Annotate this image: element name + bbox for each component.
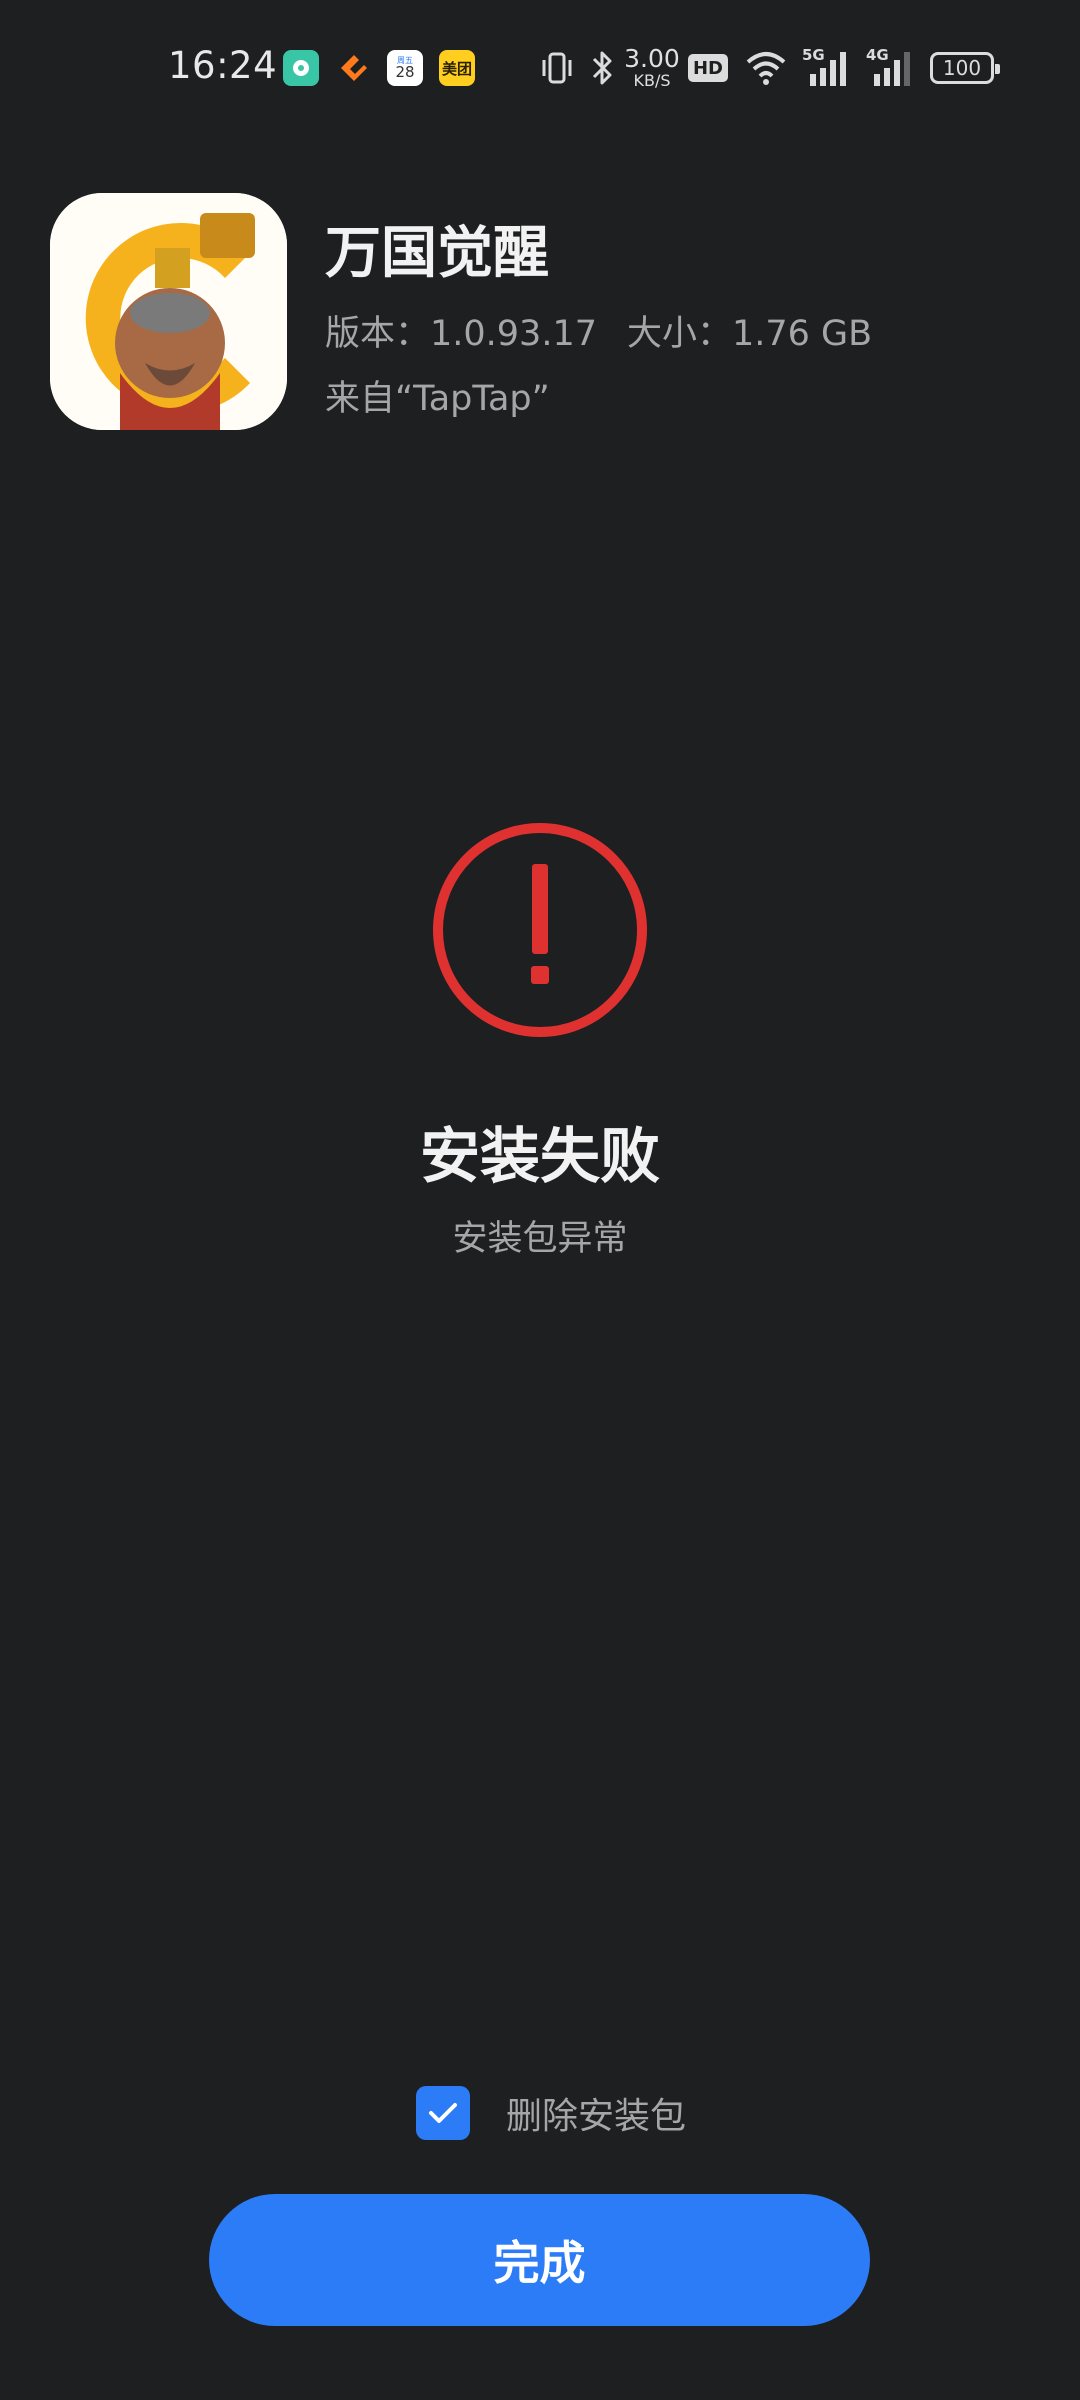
done-button[interactable]: 完成 — [209, 2194, 870, 2326]
error-exclamation-icon — [433, 823, 647, 1037]
notification-heart-icon — [336, 50, 372, 86]
app-source: 来自“TapTap” — [325, 379, 550, 419]
delete-package-checkbox[interactable] — [416, 2086, 470, 2140]
network-speed: 3.00 KB/S — [624, 46, 680, 89]
delete-package-option[interactable]: 删除安装包 — [416, 2085, 686, 2141]
installer-screen: 16:24 周五 28 美团 3.00 KB/S HD 5G 4G 100 万国… — [0, 0, 1080, 2400]
game-icon — [50, 193, 287, 430]
signal-4g-icon — [874, 52, 910, 86]
vibrate-icon — [542, 52, 572, 84]
network-speed-unit: KB/S — [633, 71, 671, 90]
signal-5g-icon — [810, 52, 846, 86]
install-failed-reason: 安装包异常 — [452, 1219, 628, 1259]
notification-app-icon — [283, 50, 319, 86]
app-meta: 版本：1.0.93.17 大小：1.76 GB — [325, 305, 872, 356]
battery-icon: 100 — [930, 52, 1000, 84]
bluetooth-icon — [592, 51, 612, 85]
install-failed-title: 安装失败 — [420, 1122, 660, 1192]
checkmark-icon — [429, 2103, 457, 2123]
status-bar: 16:24 周五 28 美团 3.00 KB/S HD 5G 4G 100 — [0, 0, 1080, 140]
wifi-icon — [746, 52, 786, 85]
notification-calendar-icon: 周五 28 — [387, 50, 423, 86]
status-time: 16:24 — [168, 44, 278, 87]
delete-package-label: 删除安装包 — [506, 2096, 687, 2137]
notification-meituan-icon: 美团 — [439, 50, 475, 86]
app-size: 大小：1.76 GB — [627, 314, 873, 354]
app-name: 万国觉醒 — [325, 221, 549, 286]
calendar-day: 28 — [395, 62, 415, 81]
hd-voice-icon: HD — [688, 54, 728, 82]
network-speed-value: 3.00 — [624, 44, 680, 73]
app-version: 版本：1.0.93.17 — [325, 314, 597, 354]
